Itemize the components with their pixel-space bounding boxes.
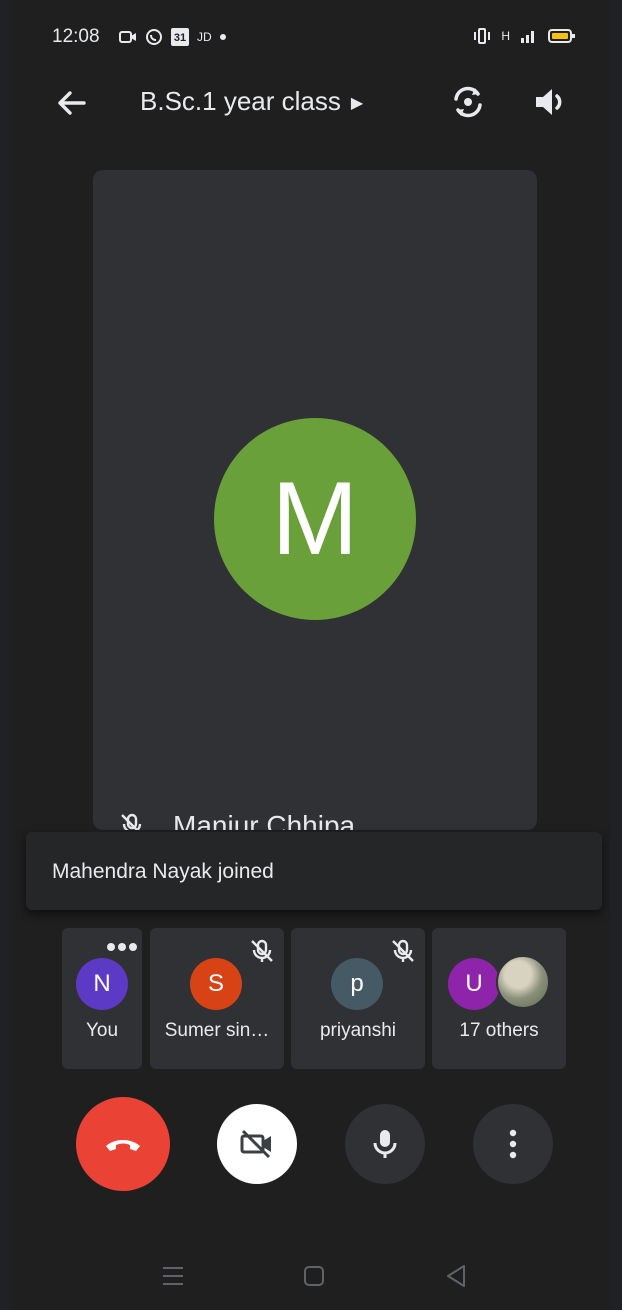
- avatar: M: [214, 418, 416, 620]
- participant-tile-you[interactable]: N You: [62, 928, 142, 1069]
- participant-label: 17 others: [459, 1020, 539, 1041]
- join-notification-text: Mahendra Nayak joined: [52, 860, 274, 883]
- speaker-icon[interactable]: [530, 82, 570, 122]
- whatsapp-icon: [146, 29, 162, 45]
- end-call-button[interactable]: [76, 1097, 170, 1191]
- participant-tile-others[interactable]: U 17 others: [432, 928, 566, 1069]
- participant-tile[interactable]: p priyanshi: [291, 928, 425, 1069]
- signal-icon: [521, 31, 534, 43]
- participant-tile[interactable]: S Sumer sin…: [150, 928, 284, 1069]
- calendar-icon: 31: [171, 28, 189, 46]
- participant-label: priyanshi: [319, 1020, 397, 1041]
- mic-off-icon: [392, 939, 414, 962]
- microphone-icon: [373, 1130, 397, 1158]
- video-camera-icon: [119, 31, 136, 43]
- more-options-button[interactable]: [473, 1104, 553, 1184]
- status-left-icons: 31 JD: [119, 28, 226, 46]
- caret-right-icon: ▶: [350, 95, 364, 113]
- vibrate-icon: [474, 28, 491, 44]
- meeting-title-button[interactable]: B.Sc.1 year class ▶: [140, 86, 363, 117]
- mic-off-icon: [121, 813, 142, 830]
- meet-call-screen: 12:08 31 JD H B.Sc.1 year class ▶ M Manj…: [12, 0, 610, 1310]
- avatar: S: [190, 958, 242, 1010]
- notification-dot-icon: [219, 34, 226, 40]
- participant-photo-avatar: [496, 955, 550, 1009]
- carrier-label: JD: [197, 30, 212, 44]
- avatar: U: [448, 958, 500, 1010]
- meeting-title: B.Sc.1 year class: [140, 86, 341, 116]
- more-dots-icon[interactable]: [106, 942, 138, 952]
- battery-icon: [548, 29, 575, 43]
- participant-label: Sumer sin…: [164, 1020, 270, 1041]
- participant-name: Manjur Chhipa: [173, 810, 356, 830]
- back-arrow-icon[interactable]: [54, 86, 88, 120]
- join-notification: Mahendra Nayak joined: [26, 832, 602, 910]
- end-call-icon: [106, 1140, 140, 1151]
- signal-type-label: H: [501, 29, 510, 43]
- video-off-icon: [240, 1129, 271, 1159]
- call-header: B.Sc.1 year class ▶: [12, 72, 610, 132]
- avatar: p: [331, 958, 383, 1010]
- status-right-icons: H: [473, 28, 576, 44]
- back-nav-icon[interactable]: [442, 1262, 472, 1290]
- recents-icon[interactable]: [158, 1262, 188, 1290]
- participant-label: You: [85, 1020, 119, 1041]
- mic-off-icon: [251, 939, 273, 962]
- home-icon[interactable]: [299, 1262, 329, 1290]
- avatar: N: [76, 958, 128, 1010]
- status-time: 12:08: [52, 26, 100, 47]
- status-bar: 12:08 31 JD H: [12, 20, 610, 56]
- microphone-button[interactable]: [345, 1104, 425, 1184]
- more-options-icon: [509, 1129, 517, 1159]
- switch-camera-icon[interactable]: [448, 82, 488, 122]
- active-speaker-tile[interactable]: M Manjur Chhipa: [93, 170, 537, 830]
- camera-toggle-button[interactable]: [217, 1104, 297, 1184]
